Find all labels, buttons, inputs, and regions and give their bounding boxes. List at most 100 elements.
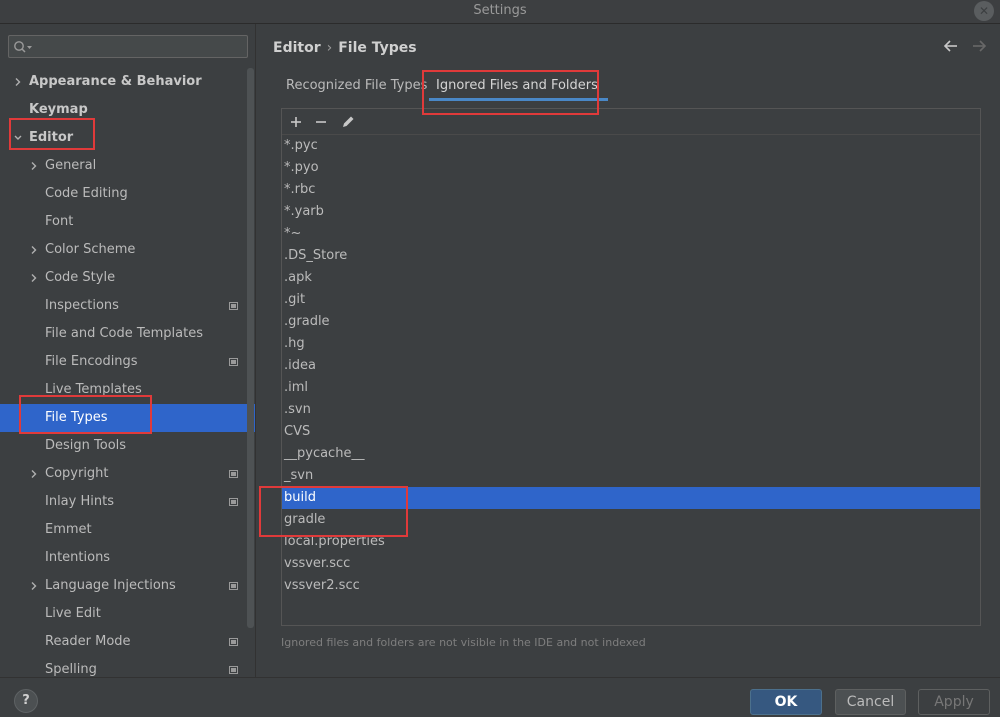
list-item[interactable]: *.pyo [282, 157, 980, 179]
settings-search-input[interactable] [8, 35, 248, 58]
apply-button[interactable]: Apply [918, 689, 990, 715]
sidebar-item-label: Reader Mode [45, 634, 131, 649]
ignored-files-panel: *.pyc *.pyo *.rbc *.yarb *~ .DS_Store .apk .git… [281, 108, 981, 626]
breadcrumb-parent[interactable]: Editor [273, 40, 321, 56]
sidebar-item-label: Editor [29, 130, 74, 145]
list-item[interactable]: CVS [282, 421, 980, 443]
list-item[interactable]: gradle [282, 509, 980, 531]
chevron-down-icon[interactable] [12, 132, 24, 144]
list-item[interactable]: _svn [282, 465, 980, 487]
breadcrumb-current: File Types [338, 40, 417, 56]
list-item[interactable]: .idea [282, 355, 980, 377]
sidebar-item-inspections[interactable]: Inspections [0, 292, 255, 320]
window-title: Settings [473, 3, 527, 18]
cancel-button[interactable]: Cancel [835, 689, 906, 715]
sidebar-item-label: Inlay Hints [45, 494, 114, 509]
chevron-right-icon[interactable] [28, 580, 40, 592]
help-icon[interactable]: ? [14, 689, 38, 713]
settings-tree: Appearance & Behavior Keymap Editor General… [0, 68, 255, 677]
sidebar-item-code-editing[interactable]: Code Editing [0, 180, 255, 208]
project-scope-icon [229, 358, 238, 366]
back-arrow-icon[interactable] [943, 38, 959, 54]
project-scope-icon [229, 582, 238, 590]
breadcrumb-separator: › [326, 40, 333, 56]
list-item[interactable]: .apk [282, 267, 980, 289]
list-item[interactable]: local.properties [282, 531, 980, 553]
sidebar-item-editor[interactable]: Editor [0, 124, 255, 152]
sidebar-scrollbar[interactable] [247, 68, 254, 628]
settings-sidebar: Appearance & Behavior Keymap Editor General… [0, 24, 256, 677]
ok-button[interactable]: OK [750, 689, 822, 715]
chevron-right-icon[interactable] [28, 160, 40, 172]
sidebar-item-label: Design Tools [45, 438, 127, 453]
dialog-footer: ? OK Cancel Apply [0, 677, 1000, 717]
list-item[interactable]: vssver.scc [282, 553, 980, 575]
list-item[interactable]: *.pyc [282, 135, 980, 157]
sidebar-item-file-types[interactable]: File Types [0, 404, 255, 432]
sidebar-item-label: Keymap [29, 102, 88, 117]
sidebar-item-label: Font [45, 214, 74, 229]
list-toolbar [282, 109, 980, 135]
sidebar-item-color-scheme[interactable]: Color Scheme [0, 236, 255, 264]
chevron-right-icon[interactable] [28, 272, 40, 284]
minus-icon[interactable] [312, 113, 330, 131]
list-item[interactable]: .git [282, 289, 980, 311]
active-tab-underline [429, 98, 608, 101]
plus-icon[interactable] [287, 113, 305, 131]
sidebar-item-label: General [45, 158, 97, 173]
chevron-right-icon[interactable] [12, 76, 24, 88]
sidebar-item-label: Language Injections [45, 578, 176, 593]
list-item[interactable]: *.rbc [282, 179, 980, 201]
sidebar-item-label: Intentions [45, 550, 111, 565]
sidebar-item-reader-mode[interactable]: Reader Mode [0, 628, 255, 656]
sidebar-item-appearance-behavior[interactable]: Appearance & Behavior [0, 68, 255, 96]
sidebar-item-label: Code Style [45, 270, 116, 285]
chevron-right-icon[interactable] [28, 244, 40, 256]
tab-recognized-file-types[interactable]: Recognized File Types [286, 72, 427, 102]
sidebar-item-font[interactable]: Font [0, 208, 255, 236]
sidebar-item-label: Emmet [45, 522, 92, 537]
tab-ignored-files-and-folders[interactable]: Ignored Files and Folders [429, 72, 608, 102]
forward-arrow-icon[interactable] [971, 38, 987, 54]
project-scope-icon [229, 666, 238, 674]
sidebar-item-label: Spelling [45, 662, 97, 677]
tab-label: Recognized File Types [286, 78, 428, 93]
pencil-icon[interactable] [339, 113, 357, 131]
list-item[interactable]: .DS_Store [282, 245, 980, 267]
ignored-files-list[interactable]: *.pyc *.pyo *.rbc *.yarb *~ .DS_Store .apk .git… [282, 135, 980, 597]
list-item[interactable]: .gradle [282, 311, 980, 333]
sidebar-item-label: File Encodings [45, 354, 138, 369]
sidebar-item-label: Live Edit [45, 606, 101, 621]
close-icon[interactable]: ✕ [974, 1, 994, 21]
list-item[interactable]: build [282, 487, 980, 509]
sidebar-item-label: Appearance & Behavior [29, 74, 202, 89]
sidebar-item-label: Code Editing [45, 186, 128, 201]
project-scope-icon [229, 498, 238, 506]
sidebar-item-file-encodings[interactable]: File Encodings [0, 348, 255, 376]
sidebar-item-label: File and Code Templates [45, 326, 203, 341]
file-types-page: Editor › File Types Recognized File Types … [257, 24, 1000, 677]
chevron-right-icon[interactable] [28, 468, 40, 480]
list-item[interactable]: .hg [282, 333, 980, 355]
sidebar-item-inlay-hints[interactable]: Inlay Hints [0, 488, 255, 516]
list-item[interactable]: __pycache__ [282, 443, 980, 465]
sidebar-item-emmet[interactable]: Emmet [0, 516, 255, 544]
ignored-hint-text: Ignored files and folders are not visibl… [281, 636, 646, 649]
list-item[interactable]: .iml [282, 377, 980, 399]
list-item[interactable]: *.yarb [282, 201, 980, 223]
sidebar-item-code-style[interactable]: Code Style [0, 264, 255, 292]
sidebar-item-general[interactable]: General [0, 152, 255, 180]
tab-label: Ignored Files and Folders [436, 78, 598, 93]
sidebar-item-file-and-code-templates[interactable]: File and Code Templates [0, 320, 255, 348]
sidebar-item-intentions[interactable]: Intentions [0, 544, 255, 572]
list-item[interactable]: .svn [282, 399, 980, 421]
sidebar-item-language-injections[interactable]: Language Injections [0, 572, 255, 600]
sidebar-item-live-templates[interactable]: Live Templates [0, 376, 255, 404]
sidebar-item-design-tools[interactable]: Design Tools [0, 432, 255, 460]
list-item[interactable]: *~ [282, 223, 980, 245]
sidebar-item-live-edit[interactable]: Live Edit [0, 600, 255, 628]
sidebar-item-spelling[interactable]: Spelling [0, 656, 255, 677]
sidebar-item-copyright[interactable]: Copyright [0, 460, 255, 488]
list-item[interactable]: vssver2.scc [282, 575, 980, 597]
sidebar-item-keymap[interactable]: Keymap [0, 96, 255, 124]
